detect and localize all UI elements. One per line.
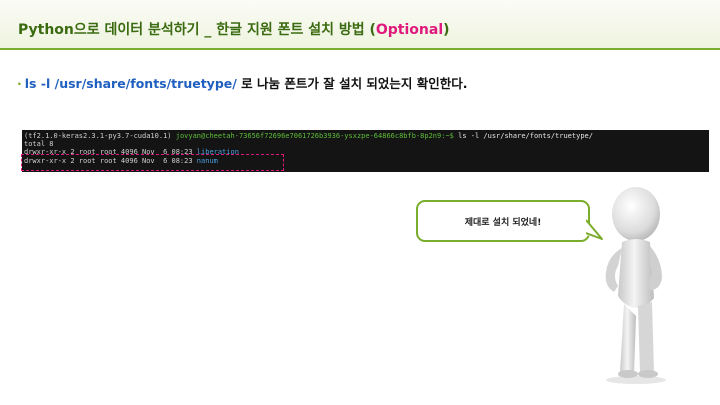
page-title: Python으로 데이터 분석하기 _ 한글 지원 폰트 설치 방법 (Opti… [18,19,450,39]
3d-person-figure-icon [605,187,666,384]
speech-bubble-text: 제대로 설치 되었네! [464,217,542,228]
speech-bubble: 제대로 설치 되었네! [416,200,590,242]
bullet-dot-icon: · [17,76,22,91]
title-accent: Optional [375,22,444,38]
terminal-command: ls -l /usr/share/fonts/truetype/ [458,132,593,140]
title-divider [0,48,720,50]
instruction-text: 로 나눔 폰트가 잘 설치 되었는지 확인한다. [236,76,468,91]
terminal-total-line: total 8 [24,140,54,149]
title-prefix: Python으로 데이터 분석하기 _ 한글 지원 폰트 설치 방법 ( [18,22,376,38]
terminal-env: (tf2.1.0-keras2.3.1-py3.7-cuda10.1) [24,132,172,140]
title-bar: Python으로 데이터 분석하기 _ 한글 지원 폰트 설치 방법 (Opti… [0,0,720,50]
highlight-box [21,154,284,171]
instruction-bullet: · ls -l /usr/share/fonts/truetype/ 로 나눔 폰… [17,73,468,92]
terminal-prompt: jovyan@cheetah-73656f72696e7061726b3936-… [175,132,454,140]
terminal-command-line: (tf2.1.0-keras2.3.1-py3.7-cuda10.1) jovy… [24,132,709,140]
command-path: ls -l /usr/share/fonts/truetype/ [24,76,237,91]
title-suffix: ) [443,22,450,38]
